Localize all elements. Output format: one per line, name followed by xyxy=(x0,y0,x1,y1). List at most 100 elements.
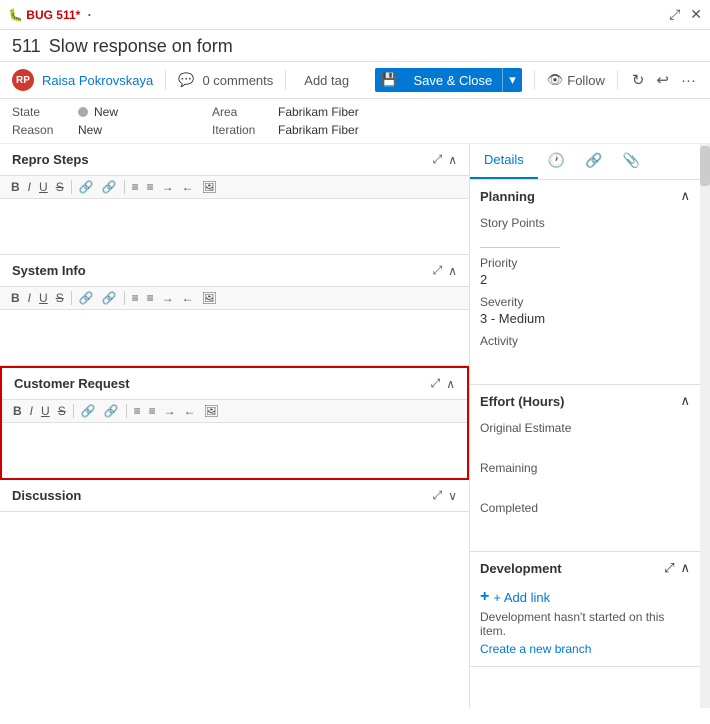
cr-link-btn[interactable]: 🔗 xyxy=(78,402,99,420)
planning-title: Planning xyxy=(480,189,535,204)
cr-outdent-btn[interactable]: ← xyxy=(181,402,199,420)
si-bold-btn[interactable]: B xyxy=(8,289,23,307)
effort-body: Original Estimate Remaining Completed xyxy=(470,417,700,551)
tab-attachments[interactable]: 📎 xyxy=(613,144,650,179)
outdent-btn[interactable]: ← xyxy=(179,178,197,196)
comments-button[interactable]: 0 comments xyxy=(202,73,273,88)
bold-btn[interactable]: B xyxy=(8,178,23,196)
create-branch-link[interactable]: Create a new branch xyxy=(480,642,690,656)
save-close-label[interactable]: Save & Close xyxy=(403,69,502,92)
scrollbar-thumb xyxy=(700,146,710,186)
development-header-controls: ⤢ ∧ xyxy=(664,560,690,576)
customer-request-header: Customer Request ⤢ ∧ xyxy=(2,368,467,399)
si-strikethrough-btn[interactable]: S xyxy=(53,289,67,307)
expand-dev-icon[interactable]: ⤢ xyxy=(664,560,674,576)
effort-collapse-icon[interactable]: ∧ xyxy=(680,393,690,409)
planning-header[interactable]: Planning ∧ xyxy=(470,180,700,212)
add-tag-button[interactable]: Add tag xyxy=(298,71,355,90)
si-image-btn[interactable]: 🖼 xyxy=(199,289,220,307)
si-outdent-btn[interactable]: ← xyxy=(179,289,197,307)
italic-btn[interactable]: I xyxy=(25,178,34,196)
close-icon[interactable]: ✕ xyxy=(690,6,702,23)
list2-btn[interactable]: ≡ xyxy=(144,178,157,196)
si-list2-btn[interactable]: ≡ xyxy=(144,289,157,307)
state-value[interactable]: New xyxy=(94,105,118,119)
reason-value[interactable]: New xyxy=(78,123,102,137)
repro-steps-title: Repro Steps xyxy=(12,152,89,167)
collapse-customer-request-icon[interactable]: ∧ xyxy=(446,377,455,391)
cr-list2-btn[interactable]: ≡ xyxy=(146,402,159,420)
cr-underline-btn[interactable]: U xyxy=(38,402,53,420)
collapse-system-info-icon[interactable]: ∧ xyxy=(448,264,457,278)
completed-value[interactable] xyxy=(480,517,690,533)
cr-bold-btn[interactable]: B xyxy=(10,402,25,420)
refresh-button[interactable]: ↻ xyxy=(630,69,647,91)
follow-button[interactable]: 👁 Follow xyxy=(547,72,605,88)
strikethrough-btn[interactable]: S xyxy=(53,178,67,196)
story-points-value[interactable] xyxy=(480,232,560,248)
collapse-discussion-icon[interactable]: ∨ xyxy=(448,489,457,503)
add-link-label[interactable]: + Add link xyxy=(493,590,550,605)
follow-label: Follow xyxy=(567,73,605,88)
cr-italic-btn[interactable]: I xyxy=(27,402,36,420)
development-header[interactable]: Development ⤢ ∧ xyxy=(470,552,700,584)
meta-right-group: Area Fabrikam Fiber Iteration Fabrikam F… xyxy=(212,105,462,137)
planning-collapse-icon[interactable]: ∧ xyxy=(680,188,690,204)
priority-value[interactable]: 2 xyxy=(480,272,690,287)
si-italic-btn[interactable]: I xyxy=(25,289,34,307)
indent-btn[interactable]: → xyxy=(159,178,177,196)
collapse-dev-icon[interactable]: ∧ xyxy=(680,560,690,576)
tab-details[interactable]: Details xyxy=(470,144,538,179)
si-link2-btn[interactable]: 🔗 xyxy=(99,289,120,307)
activity-label: Activity xyxy=(480,334,690,348)
severity-value[interactable]: 3 - Medium xyxy=(480,311,690,326)
underline-btn[interactable]: U xyxy=(36,178,51,196)
expand-discussion-icon[interactable]: ⤢ xyxy=(433,488,443,503)
tab-links[interactable]: 🔗 xyxy=(575,144,612,179)
cr-indent-btn[interactable]: → xyxy=(161,402,179,420)
collapse-section-icon[interactable]: ∧ xyxy=(448,153,457,167)
remaining-value[interactable] xyxy=(480,477,690,493)
bug-label: 🐛 BUG 511* xyxy=(8,8,80,22)
title-bar-dot: · xyxy=(86,4,92,25)
link-btn[interactable]: 🔗 xyxy=(76,178,97,196)
cr-list-btn[interactable]: ≡ xyxy=(131,402,144,420)
cr-link2-btn[interactable]: 🔗 xyxy=(101,402,122,420)
customer-request-editor[interactable] xyxy=(2,423,467,478)
cr-image-btn[interactable]: 🖼 xyxy=(201,402,222,420)
effort-header[interactable]: Effort (Hours) ∧ xyxy=(470,385,700,417)
state-label: State xyxy=(12,105,72,119)
system-info-editor[interactable] xyxy=(0,310,469,365)
cr-strikethrough-btn[interactable]: S xyxy=(55,402,69,420)
more-button[interactable]: ··· xyxy=(679,70,698,91)
customer-request-controls: ⤢ ∧ xyxy=(431,376,455,391)
save-close-dropdown-arrow[interactable]: ▾ xyxy=(502,68,522,92)
toolbar-divider-4 xyxy=(617,70,618,90)
tab-history[interactable]: 🕐 xyxy=(538,144,575,179)
meta-row: State New Reason New Area Fabrikam Fiber… xyxy=(0,99,710,144)
original-estimate-value[interactable] xyxy=(480,437,690,453)
undo-button[interactable]: ↩ xyxy=(654,69,671,91)
outer-scrollbar[interactable] xyxy=(700,144,710,708)
activity-value[interactable] xyxy=(480,350,690,366)
save-close-button[interactable]: 💾 Save & Close ▾ xyxy=(375,68,521,92)
si-list-btn[interactable]: ≡ xyxy=(129,289,142,307)
si-link-btn[interactable]: 🔗 xyxy=(76,289,97,307)
area-value[interactable]: Fabrikam Fiber xyxy=(278,105,359,119)
list-btn[interactable]: ≡ xyxy=(129,178,142,196)
work-item-name: Slow response on form xyxy=(49,36,233,57)
add-link-button[interactable]: + + Add link xyxy=(480,588,690,606)
system-info-editor-toolbar: B I U S 🔗 🔗 ≡ ≡ → ← 🖼 xyxy=(0,286,469,310)
iteration-value[interactable]: Fabrikam Fiber xyxy=(278,123,359,137)
user-name[interactable]: Raisa Pokrovskaya xyxy=(42,73,153,88)
si-underline-btn[interactable]: U xyxy=(36,289,51,307)
expand-icon[interactable]: ⤢ xyxy=(669,6,680,23)
si-indent-btn[interactable]: → xyxy=(159,289,177,307)
link2-btn[interactable]: 🔗 xyxy=(99,178,120,196)
repro-steps-editor[interactable] xyxy=(0,199,469,254)
discussion-controls: ⤢ ∨ xyxy=(433,488,457,503)
expand-system-info-icon[interactable]: ⤢ xyxy=(433,263,443,278)
expand-section-icon[interactable]: ⤢ xyxy=(433,152,443,167)
expand-customer-request-icon[interactable]: ⤢ xyxy=(431,376,441,391)
image-btn[interactable]: 🖼 xyxy=(199,178,220,196)
